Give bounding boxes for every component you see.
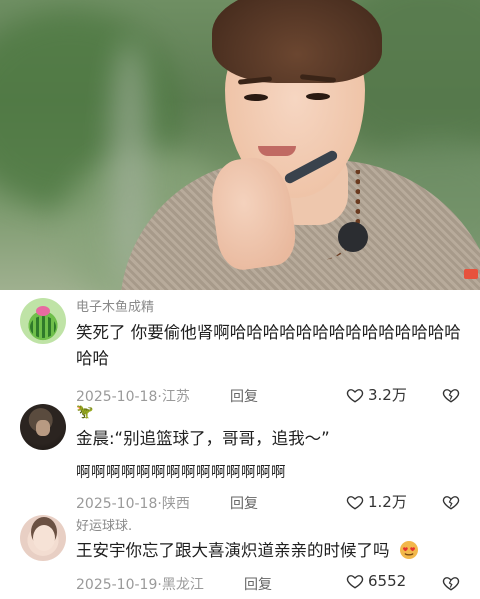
like-button[interactable]: 6552 bbox=[346, 572, 406, 590]
mouth bbox=[258, 146, 296, 156]
broken-heart-icon[interactable] bbox=[442, 574, 460, 592]
lapel-mic bbox=[338, 222, 368, 252]
flower-icon bbox=[36, 306, 50, 316]
comment-meta: 2025-10-19·黑龙江 bbox=[76, 574, 204, 594]
comment-text: 啊啊啊啊啊啊啊啊啊啊啊啊啊啊 bbox=[76, 465, 286, 481]
watermark-icon bbox=[464, 269, 478, 279]
video-frame[interactable] bbox=[0, 0, 480, 290]
avatar-face bbox=[33, 525, 55, 551]
eye bbox=[244, 94, 268, 101]
comment-item: 🦖 金晨:“别追篮球了，哥哥，追我～” 啊啊啊啊啊啊啊啊啊啊啊啊啊啊 2025-… bbox=[0, 400, 480, 512]
person-hair bbox=[212, 0, 382, 83]
reply-button[interactable]: 回复 bbox=[244, 574, 272, 594]
comment-username[interactable]: 🦖 bbox=[76, 404, 93, 420]
like-count: 6552 bbox=[368, 572, 407, 590]
comment-text: 王安宇你忘了跟大喜演炽道亲亲的时候了吗 bbox=[76, 538, 466, 564]
heart-outline-icon bbox=[346, 575, 364, 589]
eye bbox=[306, 93, 330, 100]
heart-outline-icon bbox=[346, 495, 364, 510]
comment-date: 2025-10-19 bbox=[76, 577, 158, 593]
comment-username[interactable]: 电子木鱼成精 bbox=[76, 296, 154, 315]
like-button[interactable]: 1.2万 bbox=[346, 491, 407, 512]
comment-text: 笑死了 你要偷他肾啊哈哈哈哈哈哈哈哈哈哈哈哈哈哈哈哈 bbox=[76, 323, 461, 368]
comment-text: 金晨:“别追篮球了，哥哥，追我～” bbox=[76, 429, 330, 448]
comment-item: 好运球球. 王安宇你忘了跟大喜演炽道亲亲的时候了吗 2025-10-19·黑龙江… bbox=[0, 510, 480, 599]
baby-photo-avatar[interactable] bbox=[20, 515, 66, 561]
heart-eyes-emoji-icon bbox=[399, 541, 418, 559]
watermelon-cartoon-avatar[interactable] bbox=[20, 298, 66, 344]
comment-username[interactable]: 好运球球. bbox=[76, 515, 132, 534]
comment-location: 黑龙江 bbox=[161, 577, 204, 593]
comment-text-content: 王安宇你忘了跟大喜演炽道亲亲的时候了吗 bbox=[76, 541, 390, 560]
portrait-photo-avatar[interactable] bbox=[20, 404, 66, 450]
watermelon-icon bbox=[30, 316, 56, 338]
like-count: 1.2万 bbox=[368, 493, 407, 511]
avatar-face bbox=[36, 420, 50, 436]
broken-heart-icon[interactable] bbox=[442, 493, 460, 511]
comment-item: 电子木鱼成精 笑死了 你要偷他肾啊哈哈哈哈哈哈哈哈哈哈哈哈哈哈哈哈 2025-1… bbox=[0, 290, 480, 408]
